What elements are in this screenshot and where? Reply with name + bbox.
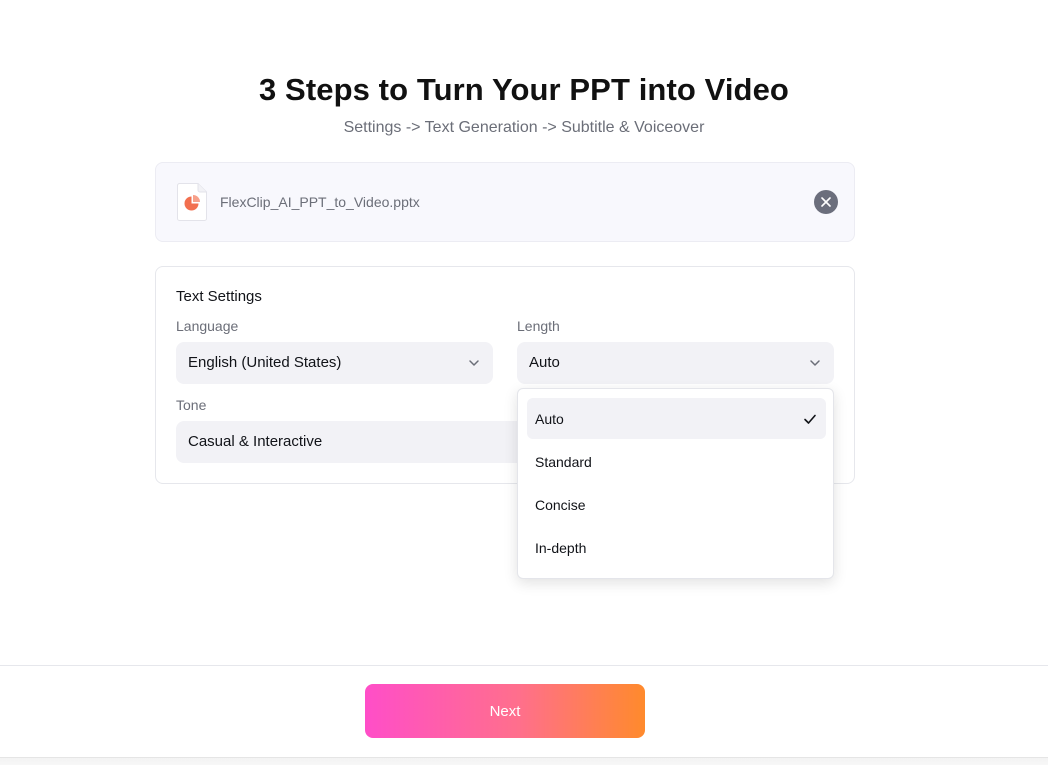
option-label: In-depth: [535, 540, 587, 556]
option-label: Auto: [535, 411, 564, 427]
tone-value: Casual & Interactive: [188, 433, 323, 450]
uploaded-file-card: FlexClip_AI_PPT_to_Video.pptx: [155, 162, 855, 242]
ppt-to-video-page: 3 Steps to Turn Your PPT into Video Sett…: [0, 0, 1048, 765]
language-value: English (United States): [188, 354, 342, 371]
length-option-concise[interactable]: Concise: [527, 484, 826, 525]
length-dropdown-menu: Auto Standard Concise In-depth: [517, 388, 834, 579]
footer-divider: [0, 665, 1048, 666]
file-name: FlexClip_AI_PPT_to_Video.pptx: [220, 194, 420, 210]
length-option-auto[interactable]: Auto: [527, 398, 826, 439]
close-icon: [821, 197, 831, 207]
length-select[interactable]: Auto: [517, 342, 834, 384]
check-icon: [804, 414, 816, 424]
chevron-down-icon: [810, 360, 820, 366]
length-option-in-depth[interactable]: In-depth: [527, 527, 826, 568]
length-label: Length: [517, 318, 560, 334]
section-title: Text Settings: [176, 288, 262, 305]
tone-label: Tone: [176, 397, 207, 413]
length-value: Auto: [529, 354, 560, 371]
language-select[interactable]: English (United States): [176, 342, 493, 384]
page-subtitle: Settings -> Text Generation -> Subtitle …: [343, 119, 705, 136]
ppt-file-icon: [176, 182, 208, 222]
window-bottom-edge: [0, 757, 1048, 765]
length-option-standard[interactable]: Standard: [527, 441, 826, 482]
option-label: Concise: [535, 497, 586, 513]
remove-file-button[interactable]: [814, 190, 838, 214]
page-title: 3 Steps to Turn Your PPT into Video: [259, 72, 789, 107]
chevron-down-icon: [469, 360, 479, 366]
language-label: Language: [176, 318, 239, 334]
next-button[interactable]: Next: [365, 684, 645, 738]
option-label: Standard: [535, 454, 592, 470]
